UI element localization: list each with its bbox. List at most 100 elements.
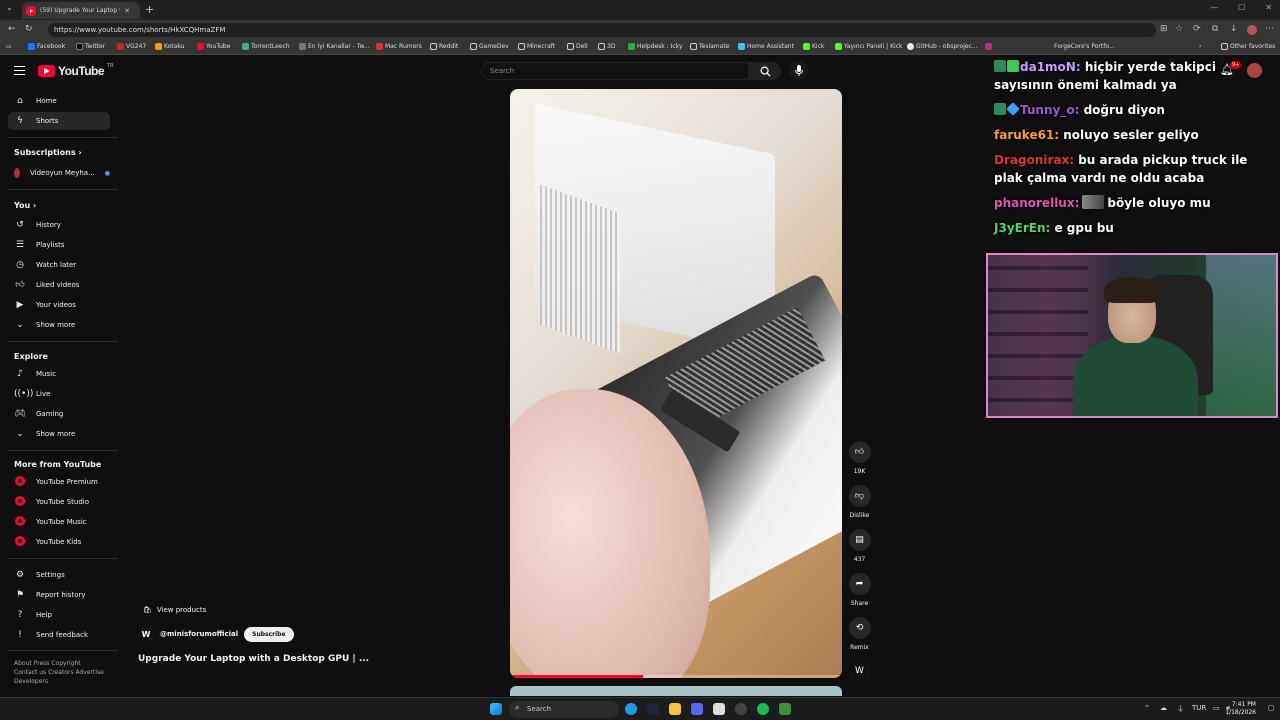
bookmark-folder[interactable]: GameDev [470, 43, 509, 50]
tray-chevron-icon[interactable]: ⌃ [1144, 704, 1150, 712]
sidebar-item-subscription-channel[interactable]: Videoyun Meyha... ● [8, 164, 110, 182]
bookmark-folder[interactable]: Dell [567, 43, 588, 50]
bookmark-folder[interactable]: Minecraft [518, 43, 555, 50]
sidebar-item-watch-later[interactable]: ◷ Watch later [8, 256, 110, 274]
bookmark-item[interactable]: Kick [803, 43, 824, 50]
sidebar-item-youtube-premium[interactable]: YouTube Premium [8, 473, 110, 491]
sidebar-item-your-videos[interactable]: ▶ Your videos [8, 296, 110, 314]
sidebar-item-help[interactable]: ? Help [8, 606, 110, 624]
bookmark-item[interactable]: Facebook [28, 43, 65, 50]
bookmark-item[interactable]: Kotaku [155, 43, 184, 50]
minimize-icon[interactable]: — [1210, 3, 1218, 12]
youtube-logo[interactable]: YouTube TR [38, 63, 114, 78]
sidebar-item-youtube-studio[interactable]: YouTube Studio [8, 493, 110, 511]
bookmark-item[interactable]: Yayıncı Paneli | Kick [835, 43, 902, 50]
bookmark-folder[interactable]: Reddit [430, 43, 458, 50]
bookmark-item[interactable]: En İyi Kanallar - Tw... [299, 43, 370, 50]
bookmark-item[interactable]: VG247 [117, 43, 146, 50]
split-icon[interactable]: ⧉ [1212, 24, 1218, 34]
file-explorer-icon[interactable] [669, 703, 681, 715]
sidebar-item-youtube-music[interactable]: YouTube Music [8, 513, 110, 531]
usb-icon[interactable]: ⏚ [1177, 704, 1184, 714]
notification-center-icon[interactable]: ▢ [1268, 704, 1275, 712]
you-heading[interactable]: You › [14, 201, 36, 210]
subscriptions-heading[interactable]: Subscriptions › [14, 148, 82, 157]
bookmarks-icon[interactable]: ▭ [6, 43, 12, 50]
sidebar-item-playlists[interactable]: ☰ Playlists [8, 236, 110, 254]
footer-links[interactable]: Developers [14, 678, 48, 685]
bookmark-item[interactable]: ForgeCore's Portfo... [985, 43, 1115, 50]
app-icon[interactable] [713, 703, 725, 715]
like-button[interactable]: 👍︎ 19K [847, 441, 872, 475]
sidebar-item-liked-videos[interactable]: 👍︎ Liked videos [8, 276, 110, 294]
menu-icon[interactable]: ⋯ [1265, 24, 1274, 34]
view-products-button[interactable]: 🛍︎ View products [138, 602, 211, 618]
back-icon[interactable]: ← [8, 24, 16, 34]
other-favorites[interactable]: Other favorites [1221, 43, 1275, 50]
sidebar-item-home[interactable]: ⌂ Home [8, 92, 110, 110]
share-button[interactable]: ➦ Share [847, 573, 872, 607]
cloud-icon[interactable]: ☁ [1160, 704, 1167, 712]
search-input[interactable]: Search [481, 62, 749, 80]
short-video-player[interactable] [510, 89, 842, 678]
bookmark-item[interactable]: Home Assistant [738, 43, 794, 50]
sidebar-item-music[interactable]: ♪ Music [8, 365, 110, 383]
dislike-button[interactable]: 👎︎ Dislike [847, 485, 872, 519]
bookmark-folder[interactable]: 3D [598, 43, 615, 50]
maximize-icon[interactable]: ☐ [1238, 3, 1245, 12]
sidebar-item-shorts[interactable]: ϟ Shorts [8, 112, 110, 130]
favorite-star-icon[interactable]: ☆ [1175, 24, 1183, 34]
bookmark-item[interactable]: TorrentLeech [242, 43, 290, 50]
extensions-icon[interactable]: ⟳ [1193, 24, 1201, 34]
close-tab-icon[interactable]: ✕ [124, 7, 130, 15]
obs-icon[interactable] [735, 703, 747, 715]
sidebar-item-show-more-explore[interactable]: ⌄ Show more [8, 425, 110, 443]
bookmark-item[interactable]: Twitter [76, 43, 105, 50]
taskbar-search[interactable]: Search [509, 701, 619, 718]
spotify-icon[interactable] [757, 703, 769, 715]
profile-avatar[interactable] [1247, 25, 1257, 35]
browser-tab[interactable]: (59) Upgrade Your Laptop with a ✕ [22, 2, 140, 19]
footer-links[interactable]: About Press Copyright [14, 660, 81, 667]
edge-icon[interactable] [625, 703, 637, 715]
tab-actions-icon[interactable]: ⌄ [6, 3, 13, 12]
new-tab-icon[interactable]: + [145, 3, 154, 16]
next-short-preview[interactable] [510, 686, 842, 696]
sidebar-item-settings[interactable]: ⚙ Settings [8, 566, 110, 584]
bookmark-item[interactable]: GitHub - obsprojec... [907, 43, 978, 50]
channel-name[interactable]: @minisforumofficial [160, 630, 238, 638]
sidebar-item-send-feedback[interactable]: ! Send feedback [8, 626, 110, 644]
sound-channel-button[interactable]: W [847, 660, 872, 682]
discord-icon[interactable] [691, 703, 703, 715]
sidebar-item-gaming[interactable]: 🎮︎ Gaming [8, 405, 110, 423]
language-indicator[interactable]: TUR [1192, 704, 1206, 712]
close-window-icon[interactable]: ✕ [1265, 3, 1272, 12]
video-title[interactable]: Upgrade Your Laptop with a Desktop GPU |… [138, 654, 369, 664]
bookmark-item[interactable]: YouTube [197, 43, 230, 50]
refresh-icon[interactable]: ↻ [25, 24, 33, 34]
downloads-icon[interactable]: ↓ [1230, 24, 1238, 34]
steam-icon[interactable] [647, 703, 659, 715]
sidebar-item-youtube-kids[interactable]: YouTube Kids [8, 533, 110, 551]
app-icon[interactable] [779, 703, 791, 715]
bookmark-item[interactable]: Helpdesk : Icky [628, 43, 683, 50]
windows-start-icon[interactable] [490, 703, 502, 715]
network-icon[interactable]: ▭ [1213, 704, 1220, 712]
footer-links[interactable]: Contact us Creators Advertise [14, 669, 104, 676]
sidebar-item-report-history[interactable]: ⚑ Report history [8, 586, 110, 604]
sidebar-item-show-more[interactable]: ⌄ Show more [8, 316, 110, 334]
voice-search-button[interactable] [789, 61, 808, 80]
menu-hamburger-icon[interactable] [14, 66, 25, 75]
bookmark-folder[interactable]: Teslamate [690, 43, 729, 50]
clock[interactable]: 7:41 PM 1/18/2026 [1225, 701, 1256, 717]
more-bookmarks-icon[interactable]: › [1199, 43, 1201, 50]
video-progress-bar[interactable] [510, 675, 842, 678]
comments-button[interactable]: ▤ 437 [847, 529, 872, 563]
search-button[interactable] [749, 62, 781, 80]
channel-avatar[interactable]: W [138, 626, 154, 642]
remix-button[interactable]: ⟲ Remix [847, 617, 872, 651]
subscribe-button[interactable]: Subscribe [244, 626, 294, 642]
bookmark-item[interactable]: Mac Rumors [376, 43, 422, 50]
url-field[interactable]: https://www.youtube.com/shorts/HkXCQHmaZ… [48, 23, 1156, 37]
apps-icon[interactable]: ⊞ [1160, 24, 1168, 34]
